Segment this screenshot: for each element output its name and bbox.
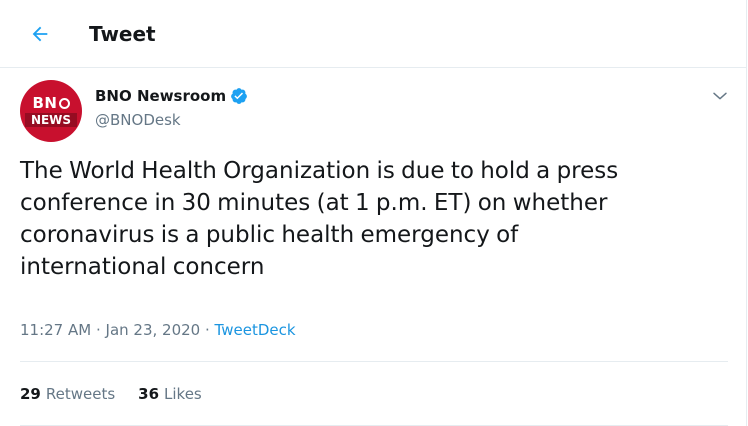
avatar-logo-text: BN: [32, 94, 58, 112]
back-button[interactable]: [24, 18, 56, 50]
tweet-time[interactable]: 11:27 AM: [20, 321, 91, 339]
tweet-detail-page: Tweet BN NEWS BNO Newsroom @BNODesk The …: [0, 0, 747, 426]
author-name[interactable]: BNO Newsroom: [95, 86, 226, 106]
chevron-down-icon: [713, 92, 727, 100]
retweets-label: Retweets: [45, 385, 116, 403]
arrow-left-icon: [32, 26, 48, 42]
likes-stat[interactable]: 36 Likes: [138, 384, 202, 404]
page-header: Tweet: [0, 0, 746, 68]
page-title: Tweet: [89, 22, 156, 46]
tweet-source-link[interactable]: TweetDeck: [215, 321, 296, 339]
tweet-metadata: 11:27 AM · Jan 23, 2020 · TweetDeck: [20, 320, 296, 340]
avatar-logo-top: BN: [33, 95, 70, 111]
avatar-logo-bottom: NEWS: [24, 113, 78, 127]
tweet-text: The World Health Organization is due to …: [20, 158, 619, 280]
author-handle[interactable]: @BNODesk: [95, 110, 181, 130]
more-options-button[interactable]: [709, 85, 731, 107]
author-name-row[interactable]: BNO Newsroom: [95, 86, 248, 106]
retweets-count: 29: [20, 385, 41, 403]
avatar-logo-o-icon: [58, 97, 70, 109]
avatar[interactable]: BN NEWS: [20, 80, 82, 142]
tweet-stats: 29 Retweets 36 Likes: [20, 384, 225, 404]
divider: [20, 361, 728, 362]
meta-separator: ·: [205, 321, 215, 339]
verified-badge-icon: [230, 87, 248, 105]
likes-count: 36: [138, 385, 160, 403]
retweets-stat[interactable]: 29 Retweets: [20, 384, 115, 404]
likes-label: Likes: [164, 385, 202, 403]
tweet-date[interactable]: Jan 23, 2020: [106, 321, 201, 339]
meta-separator: ·: [95, 321, 106, 339]
